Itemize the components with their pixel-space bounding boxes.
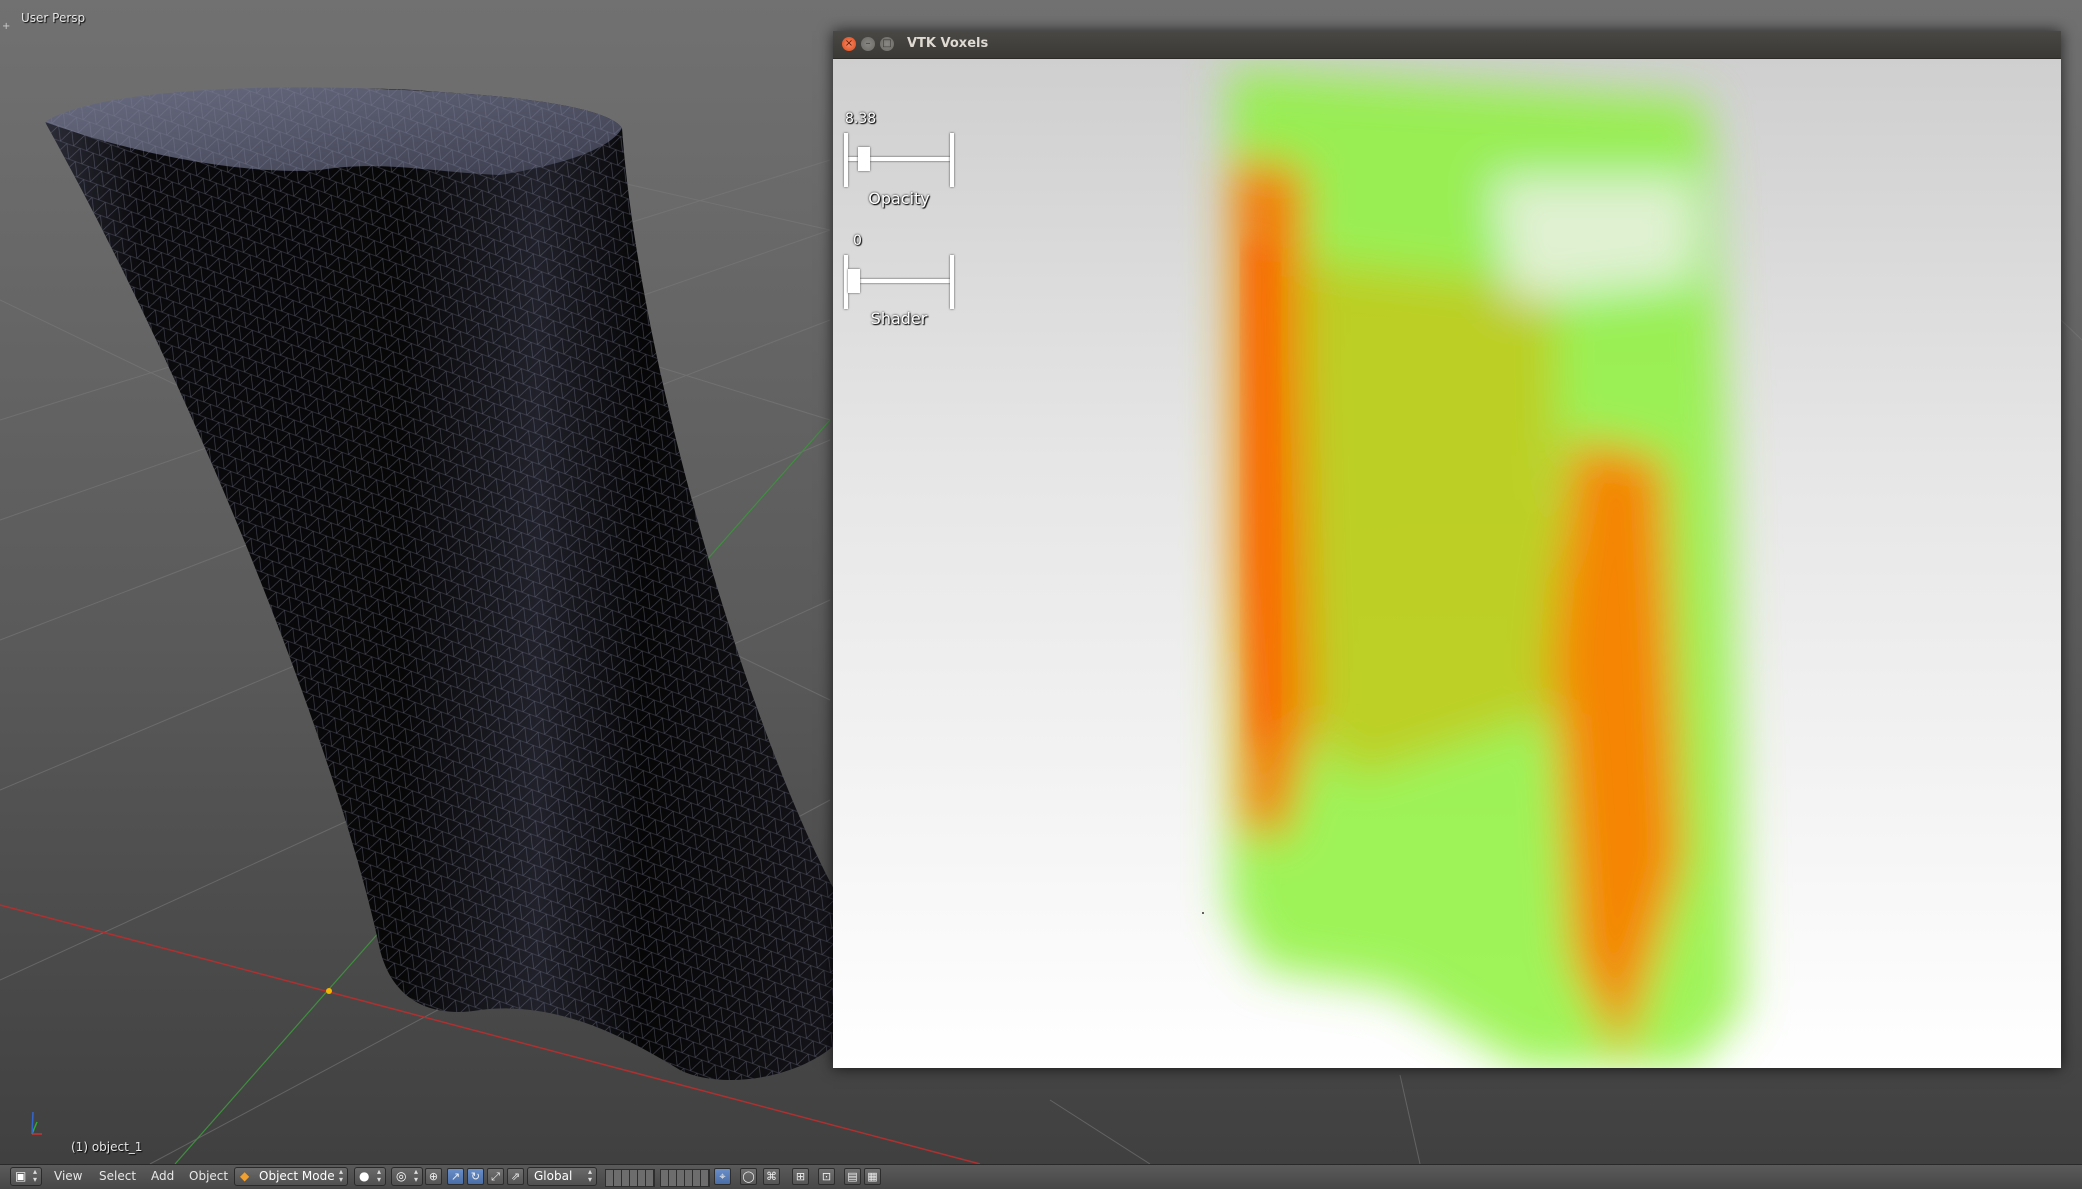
- axis-gizmo-icon: [31, 1111, 42, 1135]
- updown-arrows-icon: ▴ ▾: [413, 1167, 418, 1184]
- viewport-title: User Persp: [21, 11, 86, 25]
- slider-knob[interactable]: [848, 269, 860, 293]
- snap-element-icon[interactable]: ⊞: [792, 1168, 809, 1185]
- render-icon[interactable]: ▤: [844, 1168, 861, 1185]
- layers-grid-icon[interactable]: [605, 1169, 655, 1187]
- shader-value: 0: [853, 233, 862, 249]
- slider-track: [846, 279, 952, 283]
- viewport-shading-selector[interactable]: ● ▴ ▾: [354, 1167, 386, 1186]
- show-manipulator-icon[interactable]: ⊕: [425, 1168, 442, 1185]
- render-area[interactable]: 8.38 Opacity 0 Shader: [833, 59, 2061, 1068]
- rotate-icon[interactable]: ↻: [467, 1168, 484, 1185]
- lock-camera-icon[interactable]: ⌖: [714, 1168, 731, 1185]
- 3d-view-header: ▣ ▴ ▾ View Select Add Object ◆ Object Mod…: [0, 1164, 2082, 1189]
- updown-arrows-icon: ▴ ▾: [587, 1167, 592, 1184]
- minimize-button[interactable]: –: [861, 37, 875, 51]
- maximize-button[interactable]: □: [880, 37, 894, 51]
- editor-type-selector[interactable]: ▣ ▴ ▾: [10, 1167, 42, 1186]
- window-title: VTK Voxels: [907, 36, 989, 51]
- mode-label: Object Mode: [259, 1169, 335, 1183]
- opacity-label: Opacity: [868, 189, 930, 208]
- slider-end-cap: [950, 133, 954, 187]
- orientation-label: Global: [534, 1169, 573, 1183]
- object-mode-icon: ◆: [240, 1169, 250, 1183]
- opacity-value: 8.38: [845, 111, 877, 127]
- menu-add[interactable]: Add: [151, 1169, 174, 1183]
- layers-grid-icon[interactable]: [660, 1169, 710, 1187]
- shader-label: Shader: [870, 309, 928, 328]
- snap-icon[interactable]: ⌘: [763, 1168, 780, 1185]
- proportional-edit-icon[interactable]: ◯: [740, 1168, 757, 1185]
- slider-end-cap: [844, 133, 848, 187]
- orientation-selector[interactable]: Global ▴ ▾: [527, 1167, 597, 1186]
- object-origin: [326, 988, 332, 994]
- vtk-window[interactable]: × – □ VTK Voxels 8.38 Opacity 0 Shader: [833, 31, 2061, 1068]
- menu-object[interactable]: Object: [189, 1169, 228, 1183]
- updown-arrows-icon: ▴ ▾: [32, 1167, 37, 1184]
- transform-axis-icon[interactable]: ⇗: [507, 1168, 524, 1185]
- updown-arrows-icon: ▴ ▾: [338, 1167, 343, 1184]
- translate-icon[interactable]: ↗: [447, 1168, 464, 1185]
- screenshot-icon[interactable]: ⊡: [818, 1168, 835, 1185]
- viewport-shading-icon: ●: [359, 1169, 370, 1183]
- menu-select[interactable]: Select: [99, 1169, 136, 1183]
- opacity-slider[interactable]: [844, 133, 956, 187]
- shader-slider[interactable]: [844, 255, 956, 309]
- active-object-label: (1) object_1: [71, 1140, 143, 1154]
- scale-icon[interactable]: ⤢: [487, 1168, 504, 1185]
- slider-knob[interactable]: [857, 147, 870, 171]
- pivot-selector[interactable]: ◎ ▴ ▾: [391, 1167, 423, 1186]
- menu-view[interactable]: View: [54, 1169, 82, 1183]
- viewport-toggle-icon[interactable]: +: [2, 22, 12, 32]
- mode-selector[interactable]: ◆ Object Mode ▴ ▾: [234, 1167, 348, 1186]
- pivot-icon: ◎: [396, 1169, 407, 1183]
- cube-view-icon: ▣: [15, 1169, 27, 1183]
- window-titlebar[interactable]: × – □ VTK Voxels: [833, 31, 2061, 59]
- volume-render: [1202, 69, 1743, 1068]
- close-button[interactable]: ×: [842, 37, 856, 51]
- camera-icon[interactable]: ▦: [864, 1168, 881, 1185]
- updown-arrows-icon: ▴ ▾: [376, 1167, 381, 1184]
- slider-end-cap: [950, 255, 954, 309]
